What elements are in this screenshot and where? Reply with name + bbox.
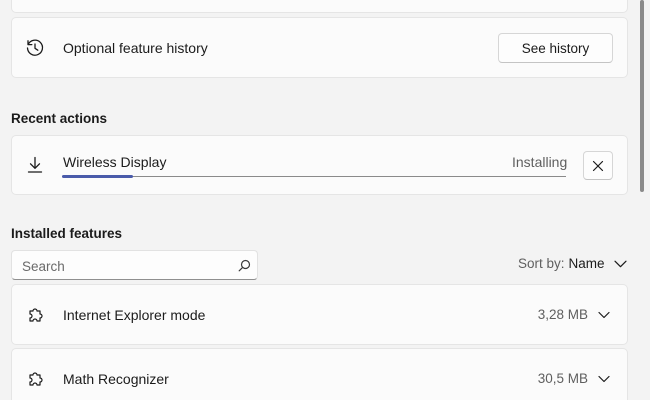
sort-value: Name [568,256,605,271]
search-box [11,250,258,280]
feature-item[interactable]: Internet Explorer mode 3,28 MB [11,284,628,345]
puzzle-icon [25,369,45,389]
search-icon[interactable] [238,259,251,272]
chevron-down-icon[interactable] [598,311,610,319]
recent-action-card: Wireless Display Installing [11,135,628,195]
scrollbar[interactable] [640,0,644,192]
puzzle-icon [25,305,45,325]
sort-dropdown[interactable]: Sort by: Name [518,256,627,271]
optional-feature-history-label: Optional feature history [63,40,208,56]
feature-item[interactable]: Math Recognizer 30,5 MB [11,348,628,400]
feature-label: Internet Explorer mode [63,307,206,323]
install-progress-fill [62,175,133,178]
search-input[interactable] [20,256,230,276]
previous-card [11,0,628,13]
recent-actions-title: Recent actions [11,111,108,126]
chevron-down-icon [613,260,627,268]
optional-features-page: Optional feature history See history Rec… [0,0,650,400]
cancel-install-button[interactable] [583,151,613,180]
close-icon [592,160,604,172]
install-progress-bar [62,175,566,178]
download-icon [25,155,45,175]
feature-label: Math Recognizer [63,371,169,387]
wireless-display-label: Wireless Display [63,154,167,170]
optional-feature-history-card: Optional feature history See history [11,17,628,78]
chevron-down-icon[interactable] [598,375,610,383]
history-icon [25,38,45,58]
feature-size: 30,5 MB [537,371,588,386]
sort-label: Sort by: [518,256,565,271]
feature-size: 3,28 MB [537,307,588,322]
status-text: Installing [512,154,568,170]
installed-features-title: Installed features [11,226,123,241]
see-history-button[interactable]: See history [498,33,613,63]
